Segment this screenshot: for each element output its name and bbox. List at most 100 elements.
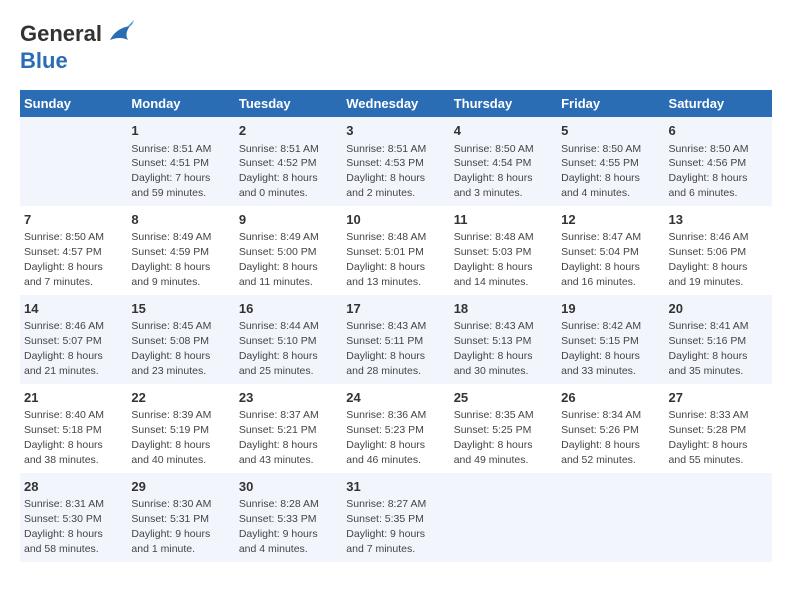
calendar-cell: 17Sunrise: 8:43 AM Sunset: 5:11 PM Dayli… — [342, 295, 449, 384]
day-info: Sunrise: 8:51 AM Sunset: 4:52 PM Dayligh… — [239, 143, 319, 200]
calendar-cell: 25Sunrise: 8:35 AM Sunset: 5:25 PM Dayli… — [450, 384, 557, 473]
calendar-cell: 28 Sunrise: 8:31 AM Sunset: 5:30 PM Dayli… — [20, 473, 127, 562]
day-info: Sunrise: 8:39 AM Sunset: 5:19 PM Dayligh… — [131, 409, 211, 466]
day-info: Sunrise: 8:50 AM Sunset: 4:55 PM Dayligh… — [561, 143, 641, 200]
day-number: 26 — [561, 389, 660, 407]
calendar-cell: 3 Sunrise: 8:51 AM Sunset: 4:53 PM Daylig… — [342, 117, 449, 206]
day-number: 29 — [131, 478, 230, 496]
day-info: Sunrise: 8:43 AM Sunset: 5:11 PM Dayligh… — [346, 320, 426, 377]
day-number: 2 — [239, 122, 338, 140]
day-info: Sunrise: 8:46 AM Sunset: 5:07 PM Dayligh… — [24, 320, 104, 377]
day-info: Sunrise: 8:44 AM Sunset: 5:10 PM Dayligh… — [239, 320, 319, 377]
day-info: Sunrise: 8:49 AM Sunset: 5:00 PM Dayligh… — [239, 231, 319, 288]
day-number: 21 — [24, 389, 123, 407]
calendar-cell: 10 Sunrise: 8:48 AM Sunset: 5:01 PM Dayli… — [342, 206, 449, 295]
logo: General Blue — [20, 20, 134, 74]
day-number: 5 — [561, 122, 660, 140]
calendar-cell: 5 Sunrise: 8:50 AM Sunset: 4:55 PM Daylig… — [557, 117, 664, 206]
day-number: 3 — [346, 122, 445, 140]
calendar-cell: 26 Sunrise: 8:34 AM Sunset: 5:26 PM Dayli… — [557, 384, 664, 473]
day-info: Sunrise: 8:30 AM Sunset: 5:31 PM Dayligh… — [131, 498, 211, 555]
day-number: 23 — [239, 389, 338, 407]
day-number: 24 — [346, 389, 445, 407]
day-number: 19 — [561, 300, 660, 318]
day-number: 16 — [239, 300, 338, 318]
logo-general-text: General — [20, 21, 102, 47]
calendar-week-4: 21 Sunrise: 8:40 AM Sunset: 5:18 PM Dayli… — [20, 384, 772, 473]
day-info: Sunrise: 8:42 AM Sunset: 5:15 PM Dayligh… — [561, 320, 641, 377]
day-number: 13 — [669, 211, 768, 229]
day-number: 15 — [131, 300, 230, 318]
day-number: 30 — [239, 478, 338, 496]
calendar-cell: 2 Sunrise: 8:51 AM Sunset: 4:52 PM Daylig… — [235, 117, 342, 206]
calendar-cell: 21 Sunrise: 8:40 AM Sunset: 5:18 PM Dayli… — [20, 384, 127, 473]
day-info: Sunrise: 8:31 AM Sunset: 5:30 PM Dayligh… — [24, 498, 104, 555]
calendar-week-3: 14 Sunrise: 8:46 AM Sunset: 5:07 PM Dayli… — [20, 295, 772, 384]
calendar-cell: 16 Sunrise: 8:44 AM Sunset: 5:10 PM Dayli… — [235, 295, 342, 384]
calendar-header: SundayMondayTuesdayWednesdayThursdayFrid… — [20, 90, 772, 117]
weekday-header-sunday: Sunday — [20, 90, 127, 117]
calendar-cell: 23 Sunrise: 8:37 AM Sunset: 5:21 PM Dayli… — [235, 384, 342, 473]
calendar-week-2: 7Sunrise: 8:50 AM Sunset: 4:57 PM Daylig… — [20, 206, 772, 295]
calendar-cell: 30Sunrise: 8:28 AM Sunset: 5:33 PM Dayli… — [235, 473, 342, 562]
calendar-cell: 14 Sunrise: 8:46 AM Sunset: 5:07 PM Dayli… — [20, 295, 127, 384]
calendar-cell: 15 Sunrise: 8:45 AM Sunset: 5:08 PM Dayli… — [127, 295, 234, 384]
calendar-cell: 19 Sunrise: 8:42 AM Sunset: 5:15 PM Dayli… — [557, 295, 664, 384]
day-info: Sunrise: 8:46 AM Sunset: 5:06 PM Dayligh… — [669, 231, 749, 288]
day-info: Sunrise: 8:49 AM Sunset: 4:59 PM Dayligh… — [131, 231, 211, 288]
day-number: 9 — [239, 211, 338, 229]
day-info: Sunrise: 8:40 AM Sunset: 5:18 PM Dayligh… — [24, 409, 104, 466]
day-info: Sunrise: 8:43 AM Sunset: 5:13 PM Dayligh… — [454, 320, 534, 377]
day-info: Sunrise: 8:33 AM Sunset: 5:28 PM Dayligh… — [669, 409, 749, 466]
day-number: 14 — [24, 300, 123, 318]
calendar-cell: 18 Sunrise: 8:43 AM Sunset: 5:13 PM Dayli… — [450, 295, 557, 384]
day-info: Sunrise: 8:51 AM Sunset: 4:51 PM Dayligh… — [131, 143, 211, 200]
weekday-header-thursday: Thursday — [450, 90, 557, 117]
logo-blue-text: Blue — [20, 48, 68, 73]
calendar-cell: 27 Sunrise: 8:33 AM Sunset: 5:28 PM Dayli… — [665, 384, 772, 473]
day-number: 18 — [454, 300, 553, 318]
day-number: 4 — [454, 122, 553, 140]
day-info: Sunrise: 8:51 AM Sunset: 4:53 PM Dayligh… — [346, 143, 426, 200]
day-info: Sunrise: 8:50 AM Sunset: 4:57 PM Dayligh… — [24, 231, 104, 288]
day-info: Sunrise: 8:36 AM Sunset: 5:23 PM Dayligh… — [346, 409, 426, 466]
day-number: 8 — [131, 211, 230, 229]
calendar-cell: 8 Sunrise: 8:49 AM Sunset: 4:59 PM Daylig… — [127, 206, 234, 295]
calendar-week-5: 28 Sunrise: 8:31 AM Sunset: 5:30 PM Dayli… — [20, 473, 772, 562]
calendar-cell — [557, 473, 664, 562]
calendar-cell: 24 Sunrise: 8:36 AM Sunset: 5:23 PM Dayli… — [342, 384, 449, 473]
day-number: 22 — [131, 389, 230, 407]
day-number: 11 — [454, 211, 553, 229]
calendar-cell: 6Sunrise: 8:50 AM Sunset: 4:56 PM Daylig… — [665, 117, 772, 206]
calendar-cell: 20Sunrise: 8:41 AM Sunset: 5:16 PM Dayli… — [665, 295, 772, 384]
day-info: Sunrise: 8:27 AM Sunset: 5:35 PM Dayligh… — [346, 498, 426, 555]
day-number: 10 — [346, 211, 445, 229]
page-header: General Blue — [20, 20, 772, 74]
day-number: 31 — [346, 478, 445, 496]
weekday-header-monday: Monday — [127, 90, 234, 117]
day-info: Sunrise: 8:34 AM Sunset: 5:26 PM Dayligh… — [561, 409, 641, 466]
day-number: 1 — [131, 122, 230, 140]
calendar-cell: 31 Sunrise: 8:27 AM Sunset: 5:35 PM Dayli… — [342, 473, 449, 562]
calendar-cell: 4 Sunrise: 8:50 AM Sunset: 4:54 PM Daylig… — [450, 117, 557, 206]
logo-bird-icon — [102, 20, 134, 48]
day-number: 12 — [561, 211, 660, 229]
day-number: 28 — [24, 478, 123, 496]
calendar-cell: 11 Sunrise: 8:48 AM Sunset: 5:03 PM Dayli… — [450, 206, 557, 295]
calendar-cell — [20, 117, 127, 206]
weekday-header-friday: Friday — [557, 90, 664, 117]
day-info: Sunrise: 8:48 AM Sunset: 5:03 PM Dayligh… — [454, 231, 534, 288]
day-info: Sunrise: 8:50 AM Sunset: 4:54 PM Dayligh… — [454, 143, 534, 200]
weekday-header-saturday: Saturday — [665, 90, 772, 117]
calendar-cell: 9 Sunrise: 8:49 AM Sunset: 5:00 PM Daylig… — [235, 206, 342, 295]
day-number: 20 — [669, 300, 768, 318]
calendar-cell: 12Sunrise: 8:47 AM Sunset: 5:04 PM Dayli… — [557, 206, 664, 295]
calendar-cell: 7Sunrise: 8:50 AM Sunset: 4:57 PM Daylig… — [20, 206, 127, 295]
day-info: Sunrise: 8:45 AM Sunset: 5:08 PM Dayligh… — [131, 320, 211, 377]
day-number: 6 — [669, 122, 768, 140]
calendar-week-1: 1 Sunrise: 8:51 AM Sunset: 4:51 PM Daylig… — [20, 117, 772, 206]
day-info: Sunrise: 8:48 AM Sunset: 5:01 PM Dayligh… — [346, 231, 426, 288]
calendar-cell — [450, 473, 557, 562]
day-number: 27 — [669, 389, 768, 407]
day-info: Sunrise: 8:37 AM Sunset: 5:21 PM Dayligh… — [239, 409, 319, 466]
